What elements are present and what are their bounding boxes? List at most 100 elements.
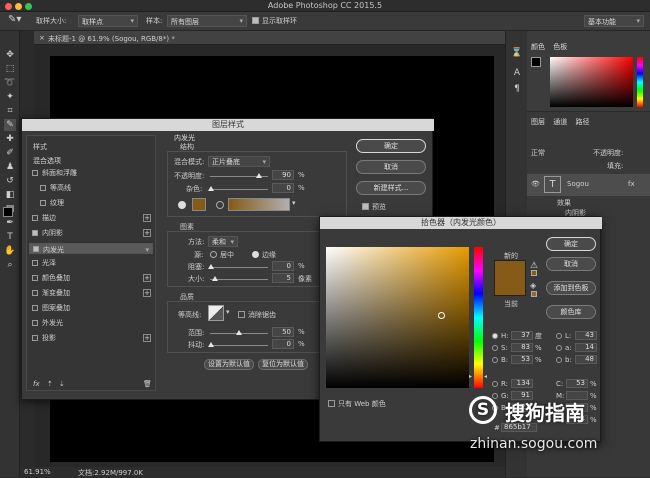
tab-color[interactable]: 颜色 <box>531 43 545 51</box>
lab-radio[interactable] <box>556 345 562 351</box>
new-style-button[interactable]: 新建样式... <box>356 181 426 195</box>
opacity-slider-thumb[interactable] <box>256 173 262 178</box>
move-down-icon[interactable]: ⇣ <box>59 380 65 388</box>
style-item-checkbox[interactable] <box>32 260 38 266</box>
layer-blend-mode[interactable]: 正常 <box>531 148 545 158</box>
hsb-input[interactable]: 83 <box>511 343 533 352</box>
type-tool-icon[interactable]: T <box>4 231 16 243</box>
set-default-button[interactable]: 设置为默认值 <box>204 359 254 370</box>
style-item[interactable]: 外发光 <box>29 318 153 329</box>
add-effect-instance-icon[interactable]: + <box>143 274 151 282</box>
color-field[interactable] <box>550 57 633 107</box>
preview-checkbox[interactable] <box>362 203 369 212</box>
hand-tool-icon[interactable]: ✋ <box>4 245 16 257</box>
crop-tool-icon[interactable]: ⌗ <box>4 105 16 117</box>
style-item-checkbox[interactable] <box>32 215 38 221</box>
choke-input[interactable]: 0 <box>272 261 294 271</box>
zoom-level[interactable]: 61.91% <box>24 468 51 476</box>
noise-slider-thumb[interactable] <box>208 186 214 191</box>
antialias-checkbox[interactable] <box>238 311 245 320</box>
web-only-checkbox[interactable] <box>328 400 335 409</box>
size-slider-track[interactable] <box>210 279 268 280</box>
zoom-tool-icon[interactable]: ⌕ <box>4 259 16 271</box>
web-safe-warning-icon[interactable]: ◈ <box>530 281 536 290</box>
add-effect-instance-icon[interactable]: + <box>143 289 151 297</box>
marquee-tool-icon[interactable]: ⬚ <box>4 63 16 75</box>
layer-row-sogou[interactable]: 👁 T Sogou fx <box>527 174 650 196</box>
workspace-select[interactable]: 基本功能 <box>584 15 644 27</box>
rgb-radio[interactable] <box>492 381 498 387</box>
gradient-radio[interactable] <box>216 201 224 209</box>
opacity-input[interactable]: 90 <box>272 170 294 180</box>
close-doc-icon[interactable]: × <box>39 34 45 42</box>
eyedropper-tool-icon[interactable]: ✎ <box>4 119 16 131</box>
lab-input[interactable]: 48 <box>575 355 597 364</box>
history-panel-icon[interactable]: ⌛ <box>511 47 523 59</box>
layer-name[interactable]: Sogou <box>567 180 589 188</box>
tab-swatches[interactable]: 色板 <box>553 43 567 51</box>
style-item-checkbox[interactable] <box>40 200 46 206</box>
color-field-marker[interactable] <box>438 312 445 319</box>
sample-size-select[interactable]: 取样点 <box>78 15 138 27</box>
healing-brush-tool-icon[interactable]: ✚ <box>4 133 16 145</box>
web-safe-color-chip[interactable] <box>531 291 537 297</box>
style-item[interactable]: 斜面和浮雕 <box>29 168 153 179</box>
style-item[interactable]: 图案叠加 <box>29 303 153 314</box>
panel-foreground-swatch[interactable] <box>531 57 541 67</box>
delete-effect-icon[interactable]: 🗑 <box>143 380 152 388</box>
picker-cancel-button[interactable]: 取消 <box>546 257 596 271</box>
reset-default-button[interactable]: 复位为默认值 <box>258 359 308 370</box>
lab-radio[interactable] <box>556 333 562 339</box>
styles-header[interactable]: 样式 <box>33 142 47 152</box>
tab-channels[interactable]: 通道 <box>553 118 567 126</box>
eyedropper-preset-icon[interactable]: ✎▾ <box>8 14 21 25</box>
size-slider-thumb[interactable] <box>212 276 218 281</box>
sample-select[interactable]: 所有图层 <box>167 15 247 27</box>
hsb-input[interactable]: 53 <box>511 355 533 364</box>
paragraph-panel-icon[interactable]: ¶ <box>511 83 523 95</box>
cmyk-input[interactable]: 53 <box>566 379 588 388</box>
style-item[interactable]: 光泽 <box>29 258 153 269</box>
saturation-brightness-field[interactable] <box>326 247 469 388</box>
pen-tool-icon[interactable]: ✒ <box>4 217 16 229</box>
contour-preview[interactable] <box>208 305 224 321</box>
hue-slider-right-arrow[interactable]: ◂ <box>484 373 487 380</box>
contour-dropdown-icon[interactable]: ▾ <box>226 308 230 316</box>
size-input[interactable]: 5 <box>272 273 294 283</box>
noise-input[interactable]: 0 <box>272 183 294 193</box>
source-center-radio[interactable] <box>210 251 217 258</box>
style-item-checkbox[interactable] <box>32 275 38 281</box>
style-item-checkbox[interactable] <box>32 230 38 236</box>
glow-color-swatch[interactable] <box>192 198 206 211</box>
hsb-radio[interactable] <box>492 357 498 363</box>
color-libraries-button[interactable]: 颜色库 <box>546 305 596 319</box>
style-item-checkbox[interactable] <box>32 320 38 326</box>
style-item-checkbox[interactable] <box>33 246 39 252</box>
style-item[interactable]: 内发光 <box>29 243 153 256</box>
hue-slider[interactable] <box>637 57 643 107</box>
history-brush-tool-icon[interactable]: ↺ <box>4 175 16 187</box>
style-item-checkbox[interactable] <box>32 290 38 296</box>
hsb-input[interactable]: 37 <box>511 331 533 340</box>
lab-input[interactable]: 43 <box>575 331 597 340</box>
effects-label[interactable]: 效果 <box>557 198 571 208</box>
move-up-icon[interactable]: ⇡ <box>47 380 53 388</box>
style-item[interactable]: 等高线 <box>29 183 153 194</box>
hsb-radio[interactable] <box>492 345 498 351</box>
style-item[interactable]: 投影 + <box>29 333 153 344</box>
document-tab[interactable]: × 未标题-1 @ 61.9% (Sogou, RGB/8*) * <box>34 31 514 45</box>
lab-input[interactable]: 14 <box>575 343 597 352</box>
hsb-radio[interactable] <box>492 333 498 339</box>
gradient-dropdown-icon[interactable]: ▾ <box>292 199 296 207</box>
show-ring-checkbox[interactable] <box>252 17 259 26</box>
style-item-checkbox[interactable] <box>32 170 38 176</box>
lab-radio[interactable] <box>556 357 562 363</box>
hue-slider-left-arrow[interactable]: ▸ <box>469 373 472 380</box>
choke-slider-track[interactable] <box>210 267 268 268</box>
tab-paths[interactable]: 路径 <box>575 118 589 126</box>
noise-slider-track[interactable] <box>210 189 268 190</box>
fx-menu-icon[interactable]: fx <box>33 380 40 388</box>
add-to-swatches-button[interactable]: 添加到色板 <box>546 281 596 295</box>
jitter-slider-thumb[interactable] <box>208 342 214 347</box>
style-item[interactable]: 颜色叠加 + <box>29 273 153 284</box>
